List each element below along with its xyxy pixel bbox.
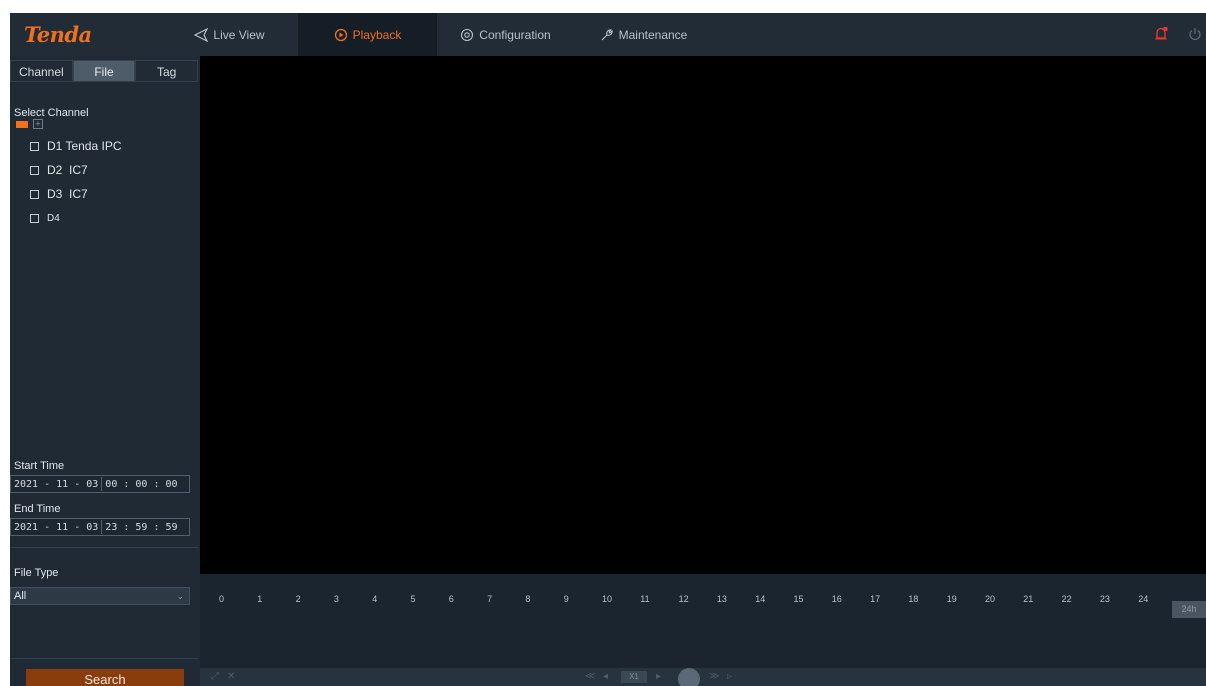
timeline-hour-label: 16 [831, 594, 842, 604]
end-time-value[interactable]: 23 : 59 : 59 [105, 522, 177, 533]
checkbox[interactable] [30, 213, 39, 223]
checkbox[interactable] [30, 189, 39, 199]
channel-label: D1 Tenda IPC [47, 139, 122, 153]
timeline-hour-label: 22 [1061, 594, 1072, 604]
timeline-hour-label: 8 [525, 594, 531, 604]
subtab-channel[interactable]: Channel [10, 60, 73, 82]
tab-configuration[interactable]: Configuration [436, 13, 575, 56]
channel-label: D4 [47, 212, 60, 224]
end-date-value[interactable]: 2021 - 11 - 03 [14, 522, 98, 533]
tab-playback[interactable]: Playback [298, 13, 437, 56]
timeline-hour-label: 5 [410, 594, 416, 604]
timeline-ticks: 0 1 2 3 4 5 6 7 8 9 10 11 12 13 14 15 16 17 18 19 20 21 22 23 24 [200, 574, 1206, 614]
timeline-hour-label: 23 [1099, 594, 1110, 604]
timeline[interactable]: 0 1 2 3 4 5 6 7 8 9 10 11 12 13 14 15 16 17 18 19 20 21 22 23 24… [200, 574, 1206, 668]
start-date-value[interactable]: 2021 - 11 - 03 [14, 479, 98, 490]
video-playback-area[interactable] [200, 56, 1206, 574]
step-icon[interactable]: ▹ [727, 671, 732, 682]
file-type-label: File Type [14, 567, 59, 579]
maintenance-icon [601, 28, 613, 40]
slow-icon[interactable]: ◂ [603, 671, 608, 682]
end-time-label: End Time [14, 503, 61, 515]
top-nav-bar: Tenda Live View Playback Configuration M… [10, 13, 1206, 56]
timeline-hour-label: 9 [563, 594, 569, 604]
play-button[interactable] [678, 668, 700, 686]
tab-configuration-label: Configuration [479, 27, 551, 42]
channel-item[interactable]: D3 IC7 [30, 186, 88, 202]
timeline-hour-label: 2 [295, 594, 301, 604]
timeline-hour-label: 10 [602, 594, 613, 604]
channel-item[interactable]: D1 Tenda IPC [30, 138, 122, 154]
channel-item[interactable]: D4 [30, 210, 60, 226]
channel-group-header[interactable]: + [16, 119, 43, 129]
subtab-tag[interactable]: Tag [135, 60, 199, 82]
timeline-hour-label: 12 [678, 594, 689, 604]
end-time-field[interactable]: 2021 - 11 - 03 23 : 59 : 59 [10, 518, 190, 536]
file-type-value: All [14, 590, 27, 602]
tab-maintenance[interactable]: Maintenance [574, 13, 713, 56]
timeline-hour-label: 13 [716, 594, 727, 604]
channel-label: D2 IC7 [47, 163, 88, 177]
forward-icon[interactable]: ≫ [709, 671, 719, 682]
zoom-icon[interactable]: ⤢ [211, 671, 219, 682]
timeline-hour-label: 0 [219, 594, 225, 604]
search-sidebar: Channel File Tag Select Channel + D1 Ten… [10, 56, 199, 686]
expand-plus-icon[interactable]: + [33, 119, 43, 129]
sidebar-subtabs: Channel File Tag [10, 60, 199, 82]
timeline-hour-label: 18 [908, 594, 919, 604]
chevron-down-icon: ⌄ [176, 591, 184, 601]
rewind-icon[interactable]: ≪ [585, 671, 595, 682]
timeline-hour-label: 1 [257, 594, 263, 604]
start-time-label: Start Time [14, 460, 65, 472]
timeline-hour-label: 4 [372, 594, 378, 604]
timeline-hour-label: 24 [1138, 594, 1149, 604]
search-button[interactable]: Search [26, 669, 184, 686]
live-view-icon [194, 27, 209, 42]
file-type-select[interactable]: All ⌄ [10, 587, 190, 605]
timeline-hour-label: 11 [640, 594, 650, 604]
playback-icon [334, 28, 347, 41]
speed-indicator[interactable]: X1 [621, 671, 647, 683]
timeline-hour-label: 19 [946, 594, 957, 604]
tab-live-view-label: Live View [213, 27, 265, 42]
alarm-bell-icon[interactable] [1154, 26, 1168, 42]
tab-playback-label: Playback [352, 27, 402, 42]
playback-app: Tenda Live View Playback Configuration M… [10, 13, 1206, 686]
configuration-icon [461, 28, 474, 41]
channel-label: D3 IC7 [47, 187, 88, 201]
tab-live-view[interactable]: Live View [160, 13, 299, 56]
checkbox[interactable] [30, 165, 39, 175]
start-time-field[interactable]: 2021 - 11 - 03 00 : 00 : 00 [10, 475, 190, 493]
select-all-toggle[interactable] [16, 120, 28, 128]
timeline-hour-label: 17 [870, 594, 881, 604]
tenda-logo: Tenda [24, 22, 92, 47]
close-icon[interactable]: ✕ [227, 671, 235, 682]
timeline-hour-label: 21 [1023, 594, 1034, 604]
tab-maintenance-label: Maintenance [618, 27, 688, 42]
power-icon[interactable] [1188, 26, 1202, 42]
start-time-value[interactable]: 00 : 00 : 00 [105, 479, 177, 490]
timeline-hour-label: 20 [985, 594, 996, 604]
checkbox[interactable] [30, 141, 39, 151]
timeline-hour-label: 6 [448, 594, 454, 604]
subtab-file[interactable]: File [72, 60, 136, 82]
timeline-hour-label: 15 [793, 594, 804, 604]
timeline-hour-label: 3 [333, 594, 339, 604]
timeline-hour-label: 14 [755, 594, 766, 604]
divider [10, 547, 198, 548]
divider [10, 658, 198, 659]
fast-icon[interactable]: ▸ [656, 671, 661, 682]
timeline-hour-label: 7 [487, 594, 493, 604]
channel-item[interactable]: D2 IC7 [30, 162, 88, 178]
playback-control-bar: ⤢ ✕ ≪ ◂ X1 ▸ ≫ ▹ [200, 668, 1206, 686]
select-channel-label: Select Channel [14, 107, 89, 119]
timeline-range-button[interactable]: 24h [1172, 601, 1206, 618]
